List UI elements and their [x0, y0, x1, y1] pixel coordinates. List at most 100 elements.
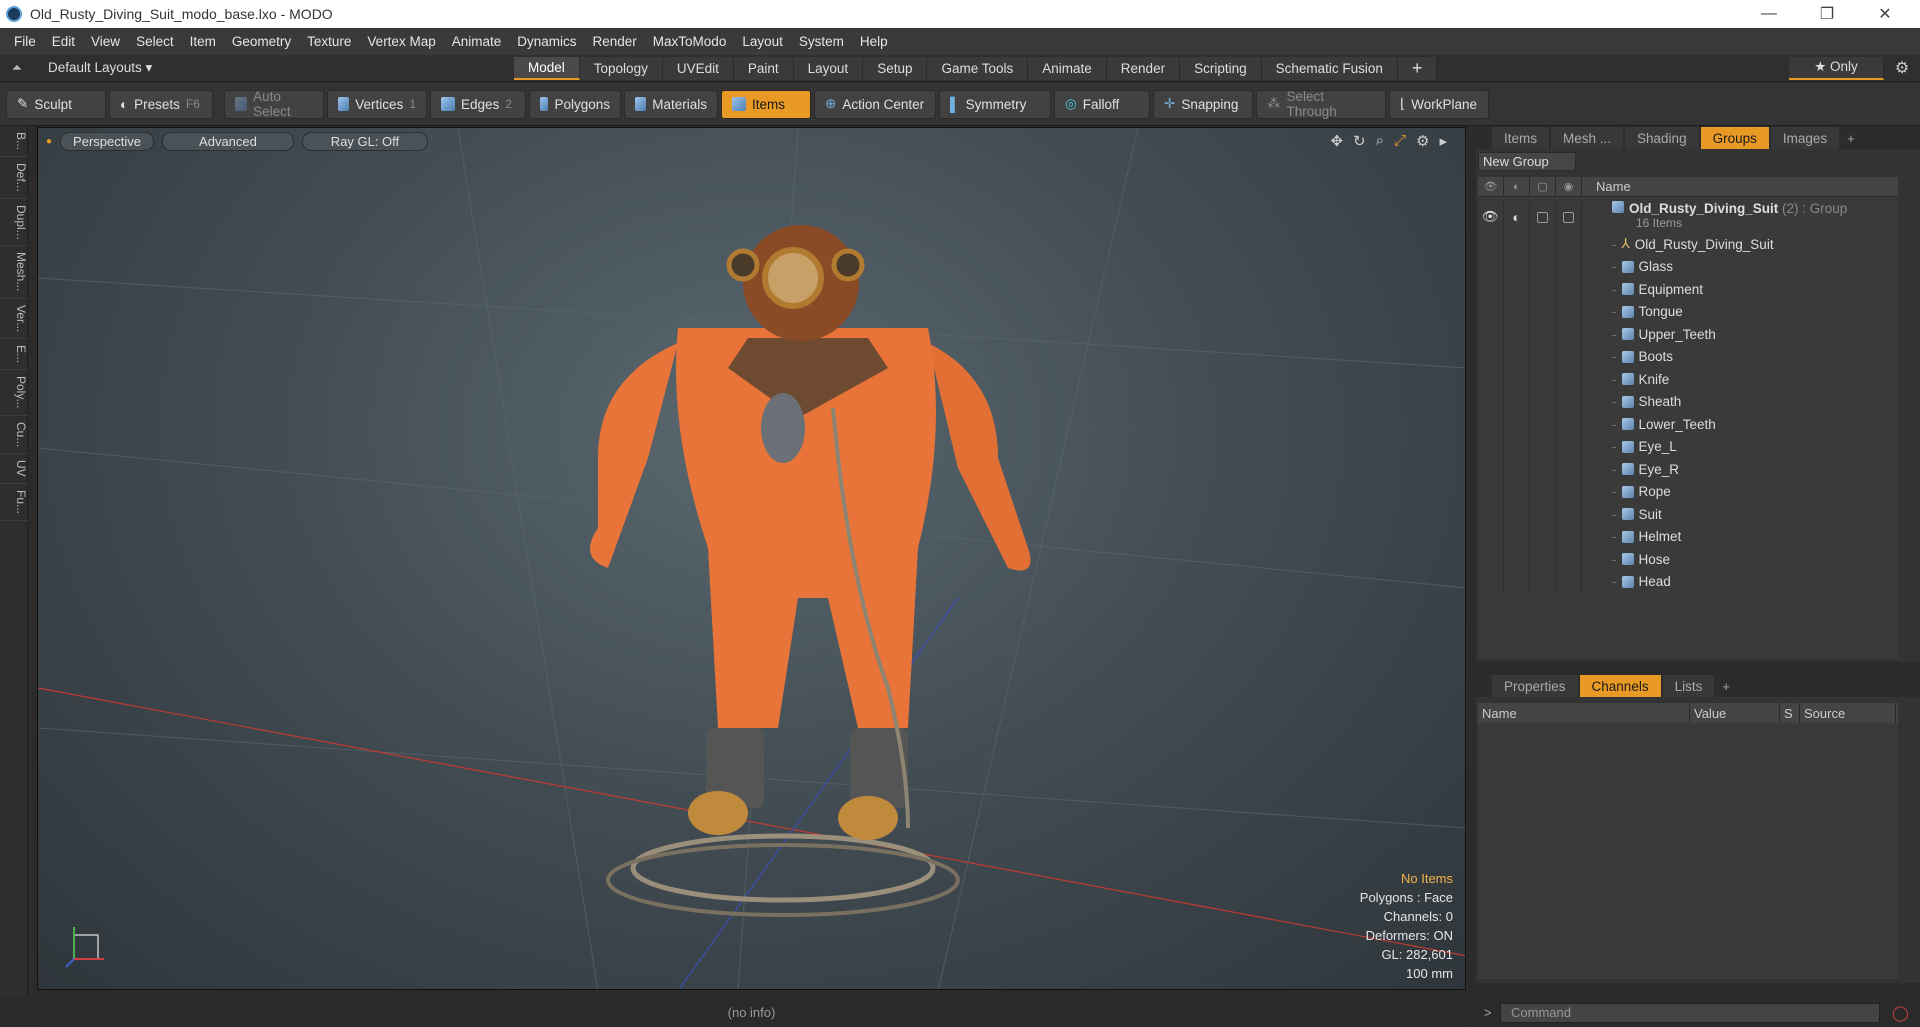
render-toggle-icon[interactable]: ◐ — [1504, 201, 1530, 233]
tab-channels[interactable]: Channels — [1579, 675, 1661, 697]
menu-maxtomodo[interactable]: MaxToModo — [645, 34, 735, 49]
mesh-row[interactable]: ‑ Hose — [1478, 548, 1898, 571]
pan-icon[interactable]: ✥ — [1330, 132, 1343, 150]
add-panel-tab-icon[interactable]: + — [1841, 131, 1861, 146]
tab-lists[interactable]: Lists — [1662, 675, 1715, 697]
tab-uvedit[interactable]: UVEdit — [662, 56, 734, 80]
layouts-dropdown[interactable]: Default Layouts ▾ — [34, 60, 514, 76]
viewport-settings-icon[interactable]: ⚙ — [1416, 132, 1429, 150]
mesh-row[interactable]: ‑ Equipment — [1478, 278, 1898, 301]
close-button[interactable]: ✕ — [1856, 0, 1914, 28]
minimize-button[interactable]: — — [1740, 0, 1798, 28]
mesh-row[interactable]: ‑ Eye_L — [1478, 435, 1898, 458]
select-through-button[interactable]: ⁂ Select Through — [1256, 89, 1386, 119]
tab-items[interactable]: Items — [1492, 127, 1550, 149]
viewport-menu-icon[interactable]: ● — [46, 136, 52, 147]
add-bottom-tab-icon[interactable]: + — [1716, 679, 1736, 694]
new-group-button[interactable]: New Group — [1478, 152, 1576, 171]
menu-system[interactable]: System — [791, 34, 852, 49]
left-tab-duplicate[interactable]: Dupl... — [0, 199, 28, 247]
left-tab-mesh[interactable]: Mesh... — [0, 246, 28, 299]
visibility-column-icon[interactable]: 👁 — [1478, 176, 1504, 197]
tab-images[interactable]: Images — [1770, 127, 1840, 149]
col-name[interactable]: Name — [1478, 703, 1690, 723]
tab-properties[interactable]: Properties — [1492, 675, 1578, 697]
left-tab-fusion[interactable]: Fu... — [0, 484, 28, 521]
tab-layout[interactable]: Layout — [793, 56, 864, 80]
mesh-row[interactable]: ‑ Eye_R — [1478, 458, 1898, 481]
select-checkbox[interactable] — [1563, 211, 1574, 223]
left-tab-polygon[interactable]: Poly... — [0, 370, 28, 416]
mesh-row[interactable]: ‑ Knife — [1478, 368, 1898, 391]
lock-column-icon[interactable]: ▢ — [1530, 176, 1556, 197]
tab-groups[interactable]: Groups — [1700, 127, 1769, 149]
lock-checkbox[interactable] — [1537, 211, 1548, 223]
command-input[interactable]: Command — [1500, 1002, 1880, 1023]
menu-file[interactable]: File — [6, 34, 44, 49]
auto-select-button[interactable]: Auto Select — [224, 89, 324, 119]
rotate-icon[interactable]: ↻ — [1353, 132, 1366, 150]
add-tab-icon[interactable]: + — [1397, 56, 1438, 80]
action-center-button[interactable]: ⊕ Action Center — [814, 89, 936, 119]
presets-button[interactable]: ◐ Presets F6 — [109, 89, 213, 119]
maximize-button[interactable]: ❐ — [1798, 0, 1856, 28]
polygons-button[interactable]: Polygons — [529, 89, 621, 119]
menu-geometry[interactable]: Geometry — [224, 34, 299, 49]
settings-gear-icon[interactable]: ⚙ — [1884, 58, 1920, 78]
left-tab-uv[interactable]: UV — [0, 454, 28, 484]
tab-paint[interactable]: Paint — [733, 56, 794, 80]
only-toggle[interactable]: ★ Only — [1789, 56, 1884, 80]
falloff-button[interactable]: ◎ Falloff — [1054, 89, 1150, 119]
left-tab-edge[interactable]: E... — [0, 339, 28, 371]
sculpt-button[interactable]: ✎ Sculpt — [6, 89, 106, 119]
record-icon[interactable]: ◯ — [1892, 1004, 1909, 1022]
zoom-icon[interactable]: ⌕ — [1376, 132, 1384, 150]
layout-toggle-icon[interactable]: ⏶ — [0, 60, 34, 76]
mesh-row[interactable]: ‑ Sheath — [1478, 390, 1898, 413]
mesh-row[interactable]: ‑ Boots — [1478, 345, 1898, 368]
mesh-row[interactable]: ‑ Rope — [1478, 480, 1898, 503]
items-button[interactable]: Items — [721, 89, 811, 119]
3d-viewport[interactable]: ● Perspective Advanced Ray GL: Off ✥ ↻ ⌕… — [37, 127, 1466, 990]
mesh-row[interactable]: ‑ Helmet — [1478, 525, 1898, 548]
symmetry-button[interactable]: ▌ Symmetry — [939, 89, 1051, 119]
locator-row[interactable]: ‑ ⅄ Old_Rusty_Diving_Suit — [1478, 233, 1898, 256]
visibility-eye-icon[interactable]: 👁 — [1478, 201, 1504, 233]
tab-shading[interactable]: Shading — [1625, 127, 1699, 149]
col-value[interactable]: Value — [1690, 703, 1780, 723]
tab-model[interactable]: Model — [514, 56, 580, 80]
menu-item[interactable]: Item — [182, 34, 224, 49]
col-source[interactable]: Source — [1800, 703, 1896, 723]
tab-render[interactable]: Render — [1106, 56, 1181, 80]
tab-scripting[interactable]: Scripting — [1180, 56, 1262, 80]
menu-help[interactable]: Help — [852, 34, 896, 49]
perspective-button[interactable]: Perspective — [60, 132, 154, 151]
workplane-button[interactable]: ⌊ WorkPlane — [1389, 89, 1489, 119]
vertices-button[interactable]: Vertices 1 — [327, 89, 427, 119]
mesh-row[interactable]: ‑ Suit — [1478, 503, 1898, 526]
tab-topology[interactable]: Topology — [579, 56, 663, 80]
left-tab-vertex[interactable]: Ver... — [0, 299, 28, 340]
menu-edit[interactable]: Edit — [44, 34, 83, 49]
mesh-row[interactable]: ‑ Head — [1478, 570, 1898, 593]
menu-layout[interactable]: Layout — [734, 34, 791, 49]
fit-icon[interactable]: ⤢ — [1394, 132, 1406, 150]
menu-dynamics[interactable]: Dynamics — [509, 34, 584, 49]
tab-schematic-fusion[interactable]: Schematic Fusion — [1261, 56, 1398, 80]
menu-render[interactable]: Render — [585, 34, 645, 49]
left-tab-curve[interactable]: Cu... — [0, 416, 28, 454]
menu-view[interactable]: View — [83, 34, 128, 49]
snapping-button[interactable]: ✛ Snapping — [1153, 89, 1253, 119]
tab-game-tools[interactable]: Game Tools — [927, 56, 1029, 80]
menu-vertex-map[interactable]: Vertex Map — [359, 34, 443, 49]
materials-button[interactable]: Materials — [624, 89, 718, 119]
col-s[interactable]: S — [1780, 703, 1800, 723]
select-column-icon[interactable]: ◉ — [1556, 176, 1582, 197]
left-tab-deform[interactable]: Def... — [0, 157, 28, 199]
tab-mesh[interactable]: Mesh ... — [1551, 127, 1624, 149]
menu-animate[interactable]: Animate — [444, 34, 510, 49]
mesh-row[interactable]: ‑ Upper_Teeth — [1478, 323, 1898, 346]
tab-animate[interactable]: Animate — [1028, 56, 1107, 80]
mesh-row[interactable]: ‑ Glass — [1478, 255, 1898, 278]
name-column-header[interactable]: Name — [1582, 179, 1631, 194]
